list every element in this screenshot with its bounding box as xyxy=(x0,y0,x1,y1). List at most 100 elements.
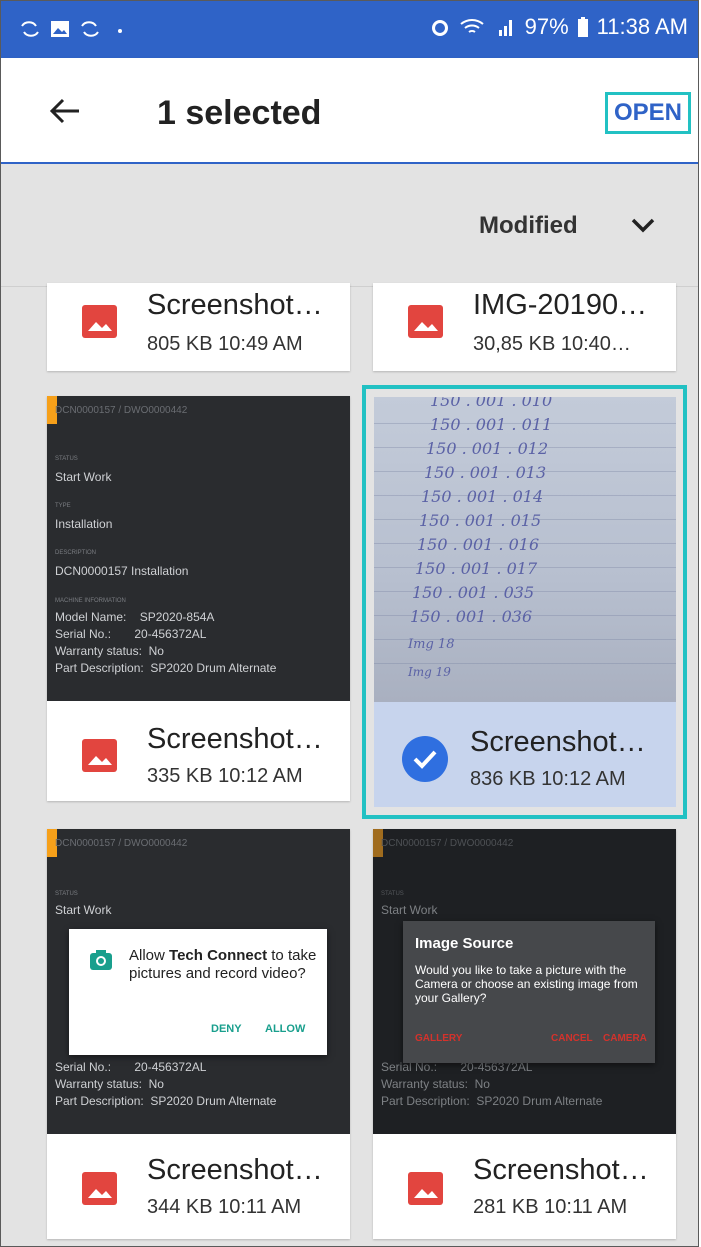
file-meta: 805 KB 10:49 AM xyxy=(147,333,303,355)
image-source-dialog: Image Source Would you like to take a pi… xyxy=(403,921,655,1063)
file-name: IMG-20190… xyxy=(473,289,648,321)
handwritten-line: 150 . 001 . 011 xyxy=(430,415,553,434)
thumb-type-label: TYPE xyxy=(55,503,71,509)
thumbnail: DCN0000157 / DWO0000442 STATUS Start Wor… xyxy=(373,829,676,1134)
file-card[interactable]: Screenshot… 805 KB 10:49 AM xyxy=(47,283,350,371)
permission-message: Allow Tech Connect to take pictures and … xyxy=(129,947,319,983)
thumb-warranty: Warranty status: No xyxy=(55,644,164,658)
thumb-status-label: STATUS xyxy=(55,891,78,897)
thumb-serial: Serial No.: 20-456372AL xyxy=(55,627,207,641)
thumb-serial: Serial No.: 20-456372AL xyxy=(55,1060,207,1074)
check-circle-icon xyxy=(402,736,448,782)
handwritten-line: 150 . 001 . 010 xyxy=(430,397,553,410)
image-file-icon xyxy=(408,305,443,338)
handwritten-line: 150 . 001 . 015 xyxy=(419,511,542,530)
file-meta: 335 KB 10:12 AM xyxy=(147,765,303,787)
thumb-part: Part Description: SP2020 Drum Alternate xyxy=(55,661,277,675)
image-file-icon xyxy=(82,305,117,338)
thumb-ids: DCN0000157 / DWO0000442 xyxy=(55,838,188,849)
deny-button[interactable]: DENY xyxy=(211,1023,242,1035)
thumb-status: Start Work xyxy=(55,470,112,484)
thumb-part: Part Description: SP2020 Drum Alternate xyxy=(381,1094,603,1108)
gallery-button[interactable]: GALLERY xyxy=(415,1033,462,1044)
handwritten-line: Img 18 xyxy=(408,637,455,652)
image-file-icon xyxy=(82,739,117,772)
page-title: 1 selected xyxy=(157,94,322,132)
status-bar: 97% 11:38 AM xyxy=(1,1,698,58)
thumb-warranty: Warranty status: No xyxy=(55,1077,164,1091)
file-meta-bar: Screenshot… 335 KB 10:12 AM xyxy=(47,701,350,801)
handwritten-line: Img 19 xyxy=(408,665,451,679)
file-meta: 30,85 KB 10:40… xyxy=(473,333,631,355)
sync-icon xyxy=(21,21,39,37)
file-meta: 281 KB 10:11 AM xyxy=(473,1196,628,1218)
battery-icon xyxy=(577,17,588,37)
file-card[interactable]: DCN0000157 / DWO0000442 STATUS Start Wor… xyxy=(373,829,676,1239)
handwritten-line: 150 . 001 . 036 xyxy=(410,607,533,626)
thumb-status-label: STATUS xyxy=(55,456,78,462)
allow-button[interactable]: ALLOW xyxy=(265,1023,305,1035)
battery-percent: 97% xyxy=(524,14,569,39)
thumb-type: Installation xyxy=(55,517,113,531)
image-file-icon xyxy=(82,1172,117,1205)
dot-icon xyxy=(118,29,122,33)
file-card[interactable]: DCN0000157 / DWO0000442 STATUS Start Wor… xyxy=(47,829,350,1239)
thumbnail: DCN0000157 / DWO0000442 STATUS Start Wor… xyxy=(47,829,350,1134)
clock: 11:38 AM xyxy=(596,14,688,39)
file-name: Screenshot… xyxy=(147,1154,323,1186)
file-name: Screenshot… xyxy=(147,289,323,321)
thumb-machine-label: MACHINE INFORMATION xyxy=(55,598,126,604)
alarm-icon xyxy=(431,20,448,36)
sync-icon xyxy=(81,21,99,37)
chevron-down-icon[interactable] xyxy=(631,218,655,234)
cancel-button[interactable]: CANCEL xyxy=(551,1033,593,1044)
permission-text-pre: Allow xyxy=(129,947,170,964)
permission-dialog: Allow Tech Connect to take pictures and … xyxy=(69,929,327,1055)
camera-icon xyxy=(90,950,112,970)
file-name: Screenshot… xyxy=(470,726,646,758)
thumb-model: Model Name: SP2020-854A xyxy=(55,610,215,624)
thumb-status: Start Work xyxy=(381,903,438,917)
handwritten-line: 150 . 001 . 035 xyxy=(412,583,535,602)
status-icons: 97% 11:38 AM xyxy=(429,14,688,40)
thumb-status: Start Work xyxy=(55,903,112,917)
thumbnail: 150 . 001 . 010 150 . 001 . 011 150 . 00… xyxy=(374,397,676,702)
file-meta: 836 KB 10:12 AM xyxy=(470,768,626,790)
handwritten-line: 150 . 001 . 014 xyxy=(421,487,544,506)
handwritten-line: 150 . 001 . 012 xyxy=(426,439,549,458)
thumbnail: DCN0000157 / DWO0000442 STATUS Start Wor… xyxy=(47,396,350,701)
handwritten-line: 150 . 001 . 013 xyxy=(424,463,547,482)
dialog-message: Would you like to take a picture with th… xyxy=(415,963,638,1005)
file-name: Screenshot… xyxy=(147,723,323,755)
thumb-ids: DCN0000157 / DWO0000442 xyxy=(55,405,188,416)
file-card[interactable]: DCN0000157 / DWO0000442 STATUS Start Wor… xyxy=(47,396,350,801)
selection-highlight[interactable]: 150 . 001 . 010 150 . 001 . 011 150 . 00… xyxy=(362,385,687,819)
thumb-ids: DCN0000157 / DWO0000442 xyxy=(381,838,514,849)
image-icon xyxy=(51,21,69,37)
wifi-icon xyxy=(459,19,484,33)
thumb-status-label: STATUS xyxy=(381,891,404,897)
camera-button[interactable]: CAMERA xyxy=(603,1033,647,1044)
thumb-part: Part Description: SP2020 Drum Alternate xyxy=(55,1094,277,1108)
file-card-selected[interactable]: 150 . 001 . 010 150 . 001 . 011 150 . 00… xyxy=(374,397,676,807)
file-name: Screenshot… xyxy=(473,1154,649,1186)
notification-icons xyxy=(19,18,131,40)
open-button[interactable]: OPEN xyxy=(605,92,692,134)
signal-icon xyxy=(498,20,512,36)
file-meta-bar: Screenshot… 281 KB 10:11 AM xyxy=(373,1134,676,1239)
dialog-title: Image Source xyxy=(415,935,514,952)
app-bar: 1 selected OPEN xyxy=(1,58,698,164)
handwritten-line: 150 . 001 . 017 xyxy=(415,559,538,578)
thumb-warranty: Warranty status: No xyxy=(381,1077,490,1091)
back-arrow-icon[interactable] xyxy=(49,96,81,126)
file-picker-screen: 97% 11:38 AM 1 selected OPEN Modified Sc… xyxy=(0,0,699,1247)
rule-line xyxy=(374,663,676,664)
image-file-icon xyxy=(408,1172,443,1205)
permission-app-name: Tech Connect xyxy=(169,947,268,964)
sort-label[interactable]: Modified xyxy=(479,212,578,240)
file-meta: 344 KB 10:11 AM xyxy=(147,1196,302,1218)
file-card[interactable]: IMG-20190… 30,85 KB 10:40… xyxy=(373,283,676,371)
sort-bar: Modified xyxy=(1,164,698,287)
file-meta-bar: Screenshot… 836 KB 10:12 AM xyxy=(374,702,676,807)
thumb-desc: DCN0000157 Installation xyxy=(55,564,189,578)
